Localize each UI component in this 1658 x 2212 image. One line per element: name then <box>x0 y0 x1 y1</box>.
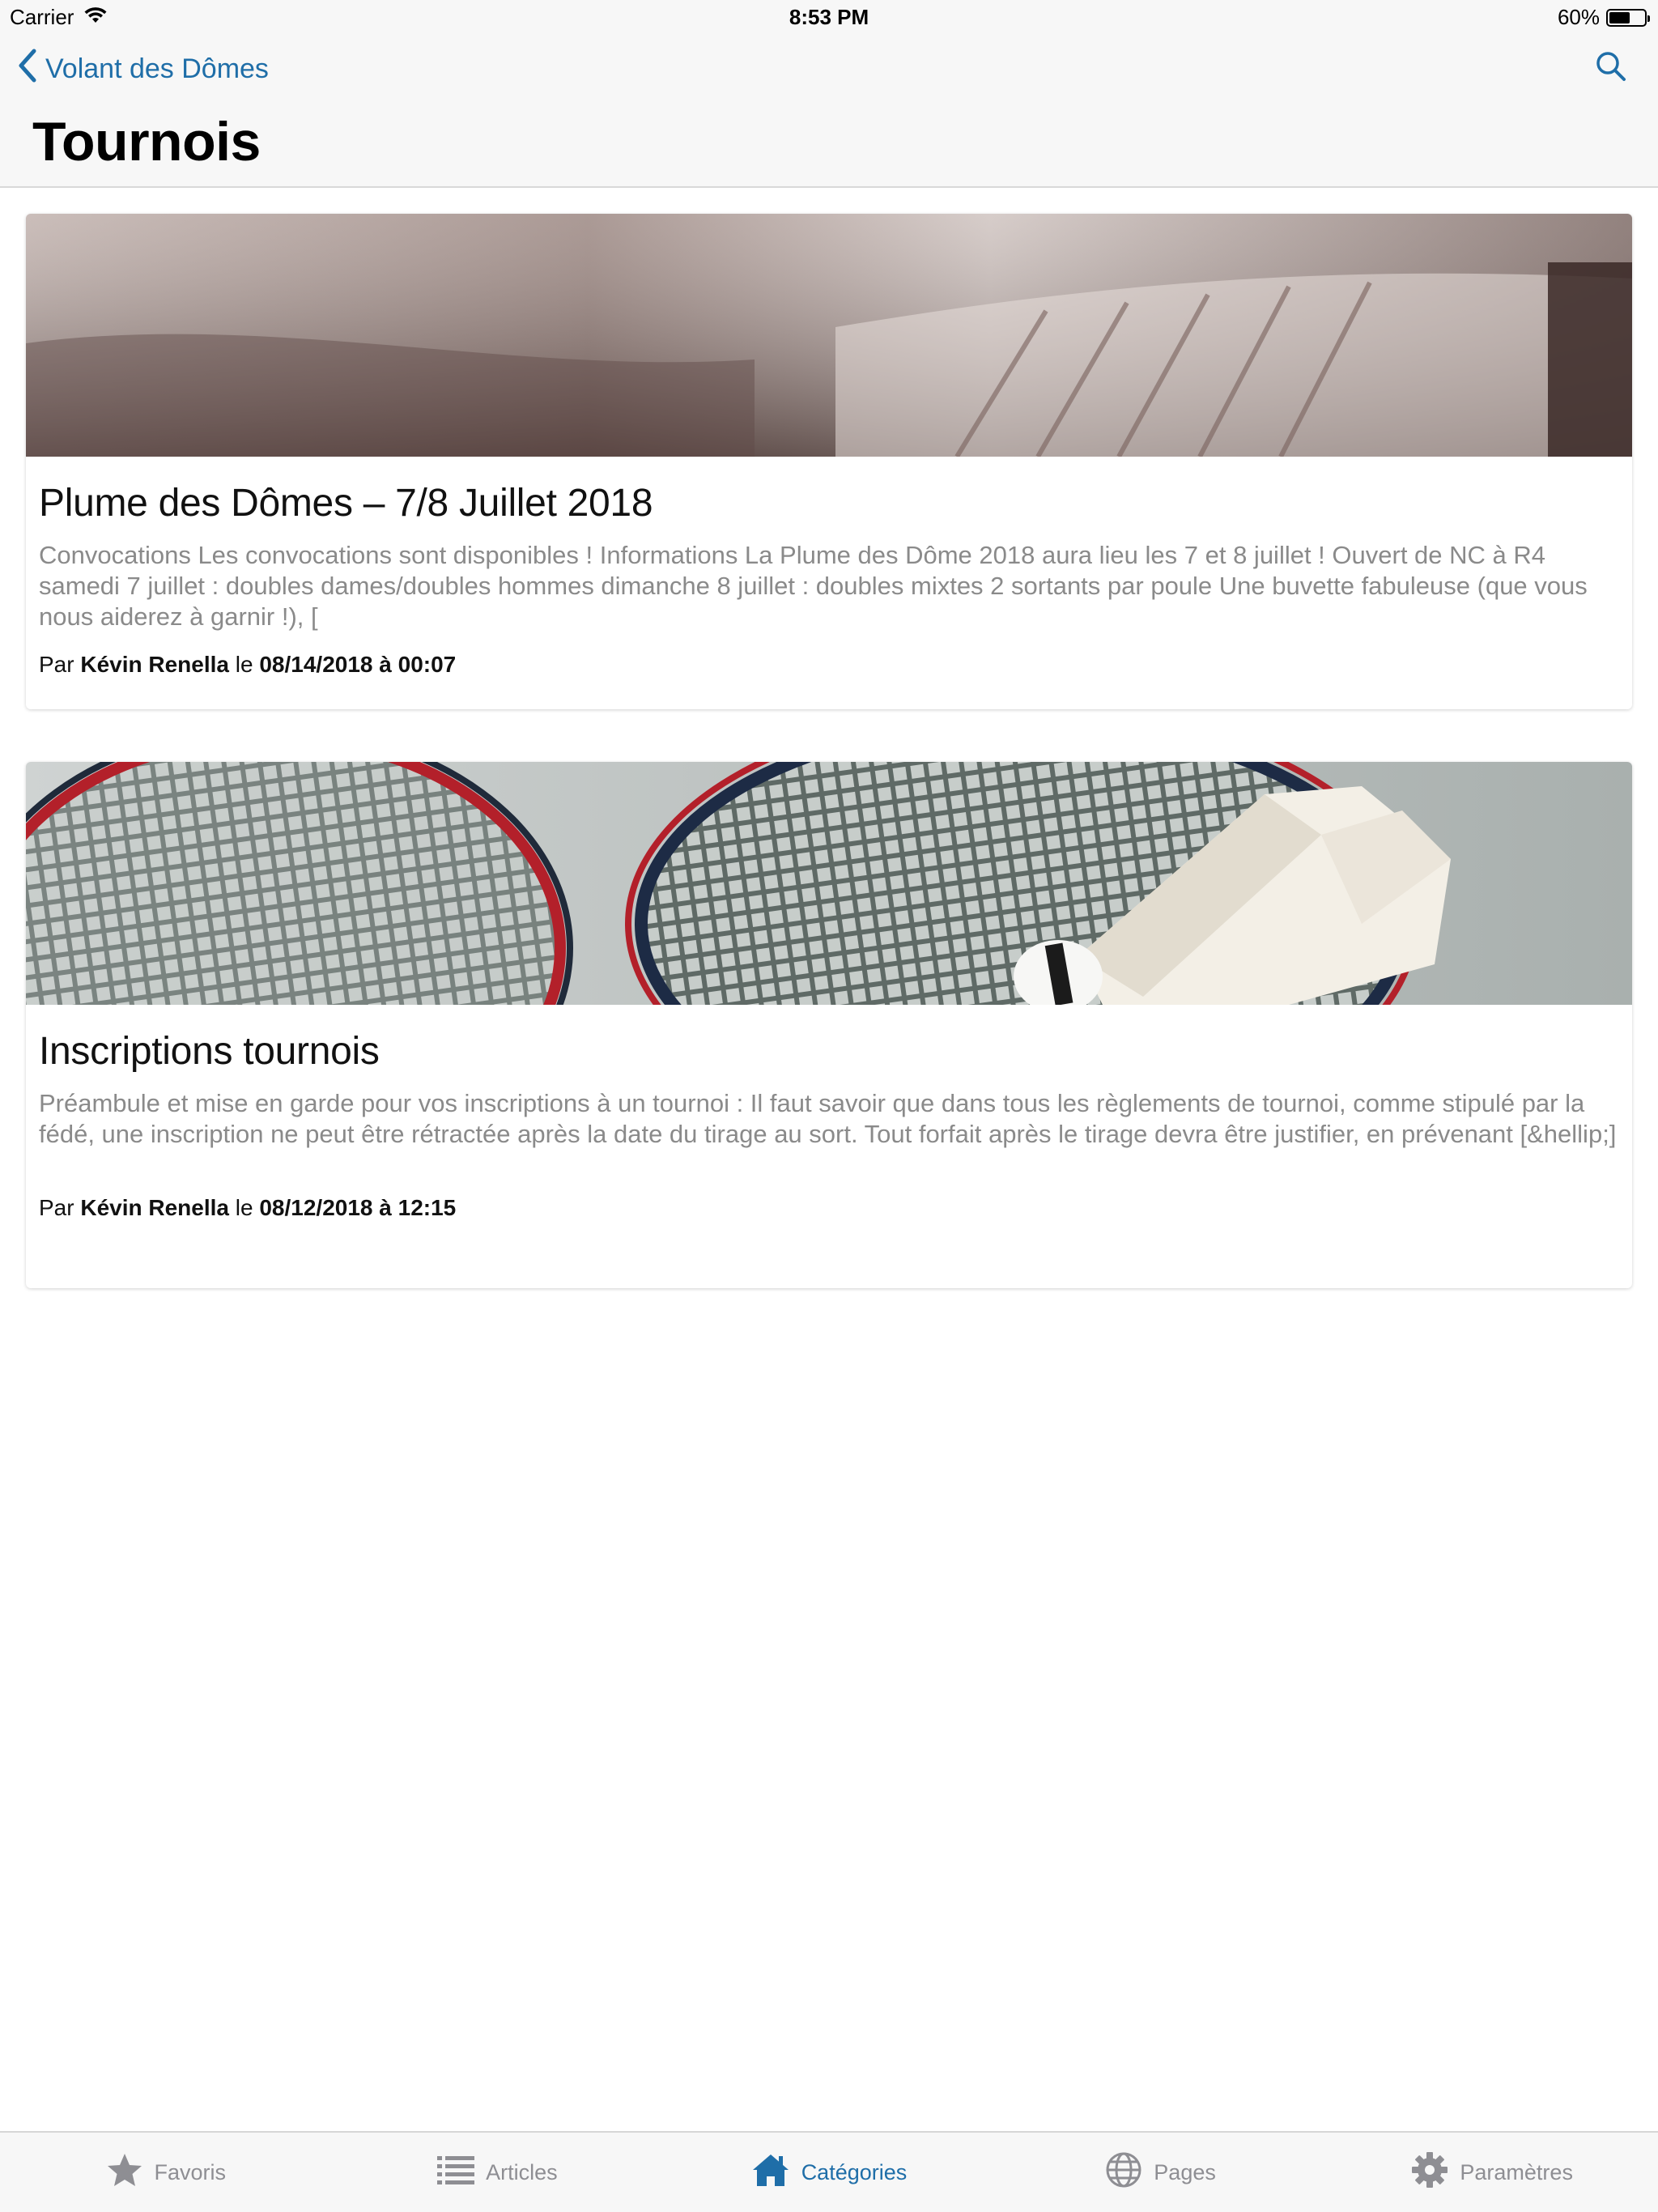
tab-label: Paramètres <box>1460 2159 1573 2184</box>
battery-fill <box>1609 11 1630 23</box>
navigation-bar: Volant des Dômes Tournois <box>0 32 1658 188</box>
search-icon <box>1595 52 1627 86</box>
article-card[interactable]: Inscriptions tournois Préambule et mise … <box>26 762 1632 1288</box>
battery-percent: 60% <box>1557 5 1600 29</box>
article-excerpt: Préambule et mise en garde pour vos insc… <box>39 1089 1617 1148</box>
back-button[interactable]: Volant des Dômes <box>18 49 269 90</box>
home-icon <box>751 2152 790 2193</box>
gear-icon <box>1411 2151 1448 2194</box>
tab-label: Favoris <box>154 2159 227 2184</box>
article-meta: Par Kévin Renella le 08/12/2018 à 12:15 <box>39 1195 1619 1221</box>
article-body: Plume des Dômes – 7/8 Juillet 2018 Convo… <box>26 457 1632 678</box>
article-card[interactable]: Plume des Dômes – 7/8 Juillet 2018 Convo… <box>26 214 1632 709</box>
globe-icon <box>1105 2151 1142 2194</box>
meta-prefix: Par <box>39 652 81 677</box>
article-image <box>26 214 1632 457</box>
article-date: 08/14/2018 à 00:07 <box>259 652 457 677</box>
article-image <box>26 762 1632 1005</box>
article-title[interactable]: Inscriptions tournois <box>39 1029 1619 1074</box>
article-title[interactable]: Plume des Dômes – 7/8 Juillet 2018 <box>39 481 1619 525</box>
battery-icon <box>1606 8 1650 27</box>
meta-prefix: Par <box>39 1195 81 1220</box>
meta-mid: le <box>229 652 260 677</box>
article-author: Kévin Renella <box>80 652 229 677</box>
back-button-label: Volant des Dômes <box>45 53 269 84</box>
meta-mid: le <box>229 1195 260 1220</box>
tab-favoris[interactable]: Favoris <box>0 2133 332 2212</box>
tab-articles[interactable]: Articles <box>332 2133 664 2212</box>
chevron-left-icon <box>18 49 37 90</box>
star-icon <box>106 2152 143 2193</box>
article-meta: Par Kévin Renella le 08/14/2018 à 00:07 <box>39 652 1619 678</box>
page-title: Tournois <box>32 111 261 172</box>
list-icon <box>437 2155 475 2191</box>
status-bar: Carrier 8:53 PM 60% <box>0 0 1658 32</box>
article-excerpt: Convocations Les convocations sont dispo… <box>39 541 1588 631</box>
article-body: Inscriptions tournois Préambule et mise … <box>26 1005 1632 1221</box>
tab-label: Pages <box>1154 2159 1216 2184</box>
tab-pages[interactable]: Pages <box>995 2133 1327 2212</box>
status-time: 8:53 PM <box>789 5 869 29</box>
article-author: Kévin Renella <box>80 1195 229 1220</box>
tab-categories[interactable]: Catégories <box>663 2133 995 2212</box>
tab-parametres[interactable]: Paramètres <box>1326 2133 1658 2212</box>
tab-label: Catégories <box>801 2159 908 2184</box>
tab-bar: Favoris Articles Catégories Pages Paramè… <box>0 2131 1658 2212</box>
article-date: 08/12/2018 à 12:15 <box>259 1195 457 1220</box>
tab-label: Articles <box>486 2159 558 2184</box>
status-right: 60% <box>1557 5 1650 30</box>
search-button[interactable] <box>1595 50 1627 87</box>
